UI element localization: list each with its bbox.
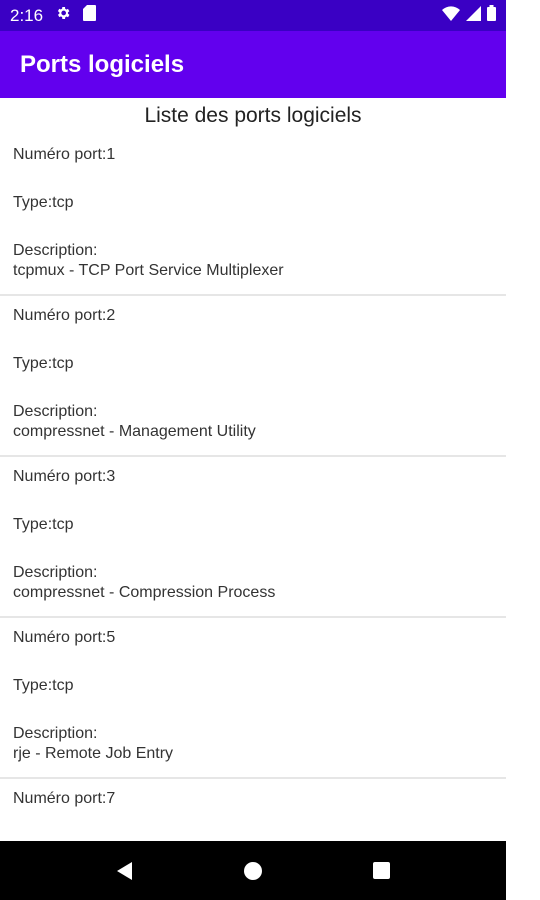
description-label: Description: — [13, 242, 98, 259]
status-right — [442, 5, 496, 26]
battery-icon — [487, 5, 496, 26]
port-number: Numéro port:7 — [13, 790, 116, 807]
list-item[interactable]: Numéro port:7 — [0, 779, 506, 822]
port-type: Type:tcp — [13, 355, 74, 372]
port-number: Numéro port:2 — [13, 307, 116, 324]
app-bar: Ports logiciels — [0, 31, 506, 98]
description-text: compressnet - Compression Process — [13, 584, 276, 601]
list-item[interactable]: Numéro port:5 Type:tcp Description: rje … — [0, 618, 506, 779]
description-text: tcpmux - TCP Port Service Multiplexer — [13, 262, 284, 279]
status-bar: 2:16 — [0, 0, 506, 31]
list-title: Liste des ports logiciels — [144, 104, 362, 127]
description-label: Description: — [13, 403, 98, 420]
back-icon — [116, 861, 132, 880]
port-number: Numéro port:1 — [13, 146, 116, 163]
sd-card-icon — [83, 5, 97, 26]
list-item[interactable]: Numéro port:3 Type:tcp Description: comp… — [0, 457, 506, 618]
port-type: Type:tcp — [13, 194, 74, 211]
back-button[interactable] — [104, 851, 144, 891]
description-label: Description: — [13, 564, 98, 581]
list-item[interactable]: Numéro port:1 Type:tcp Description: tcpm… — [0, 135, 506, 296]
port-number: Numéro port:3 — [13, 468, 116, 485]
gear-icon — [55, 5, 71, 26]
home-icon — [243, 861, 262, 880]
description-text: rje - Remote Job Entry — [13, 745, 174, 762]
home-button[interactable] — [233, 851, 273, 891]
description-label: Description: — [13, 725, 98, 742]
recents-icon — [373, 862, 391, 879]
list-item[interactable]: Numéro port:2 Type:tcp Description: comp… — [0, 296, 506, 457]
port-number: Numéro port:5 — [13, 629, 116, 646]
navigation-bar — [0, 841, 506, 900]
app-title: Ports logiciels — [20, 50, 185, 78]
port-type: Type:tcp — [13, 677, 74, 694]
port-list-screen: Liste des ports logiciels Numéro port:1 … — [0, 98, 506, 841]
signal-icon — [466, 5, 481, 26]
wifi-icon — [442, 5, 460, 26]
port-type: Type:tcp — [13, 516, 74, 533]
phone-screen: 2:16 Ports logiciels Liste des ports log… — [0, 0, 506, 900]
status-time: 2:16 — [10, 5, 44, 25]
recents-button[interactable] — [362, 851, 402, 891]
description-text: compressnet - Management Utility — [13, 423, 256, 440]
status-left: 2:16 — [10, 5, 97, 26]
